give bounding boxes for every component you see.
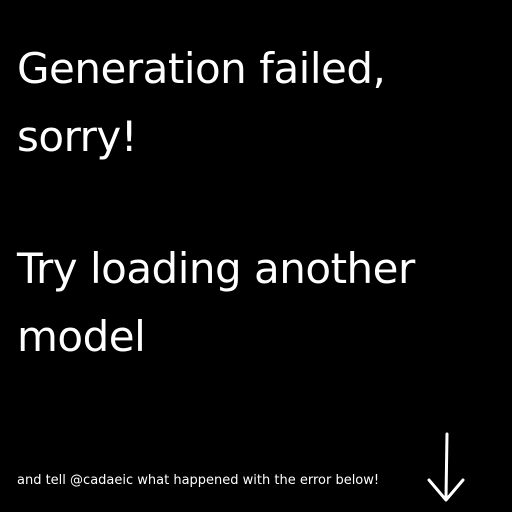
down-arrow-icon — [427, 432, 465, 502]
error-title-line-1: Generation failed, — [17, 44, 386, 93]
footer-instruction: and tell @cadaeic what happened with the… — [17, 473, 380, 488]
error-hint-line-2: model — [17, 312, 146, 361]
error-hint-line-1: Try loading another — [17, 244, 415, 293]
error-title-line-2: sorry! — [17, 112, 138, 161]
